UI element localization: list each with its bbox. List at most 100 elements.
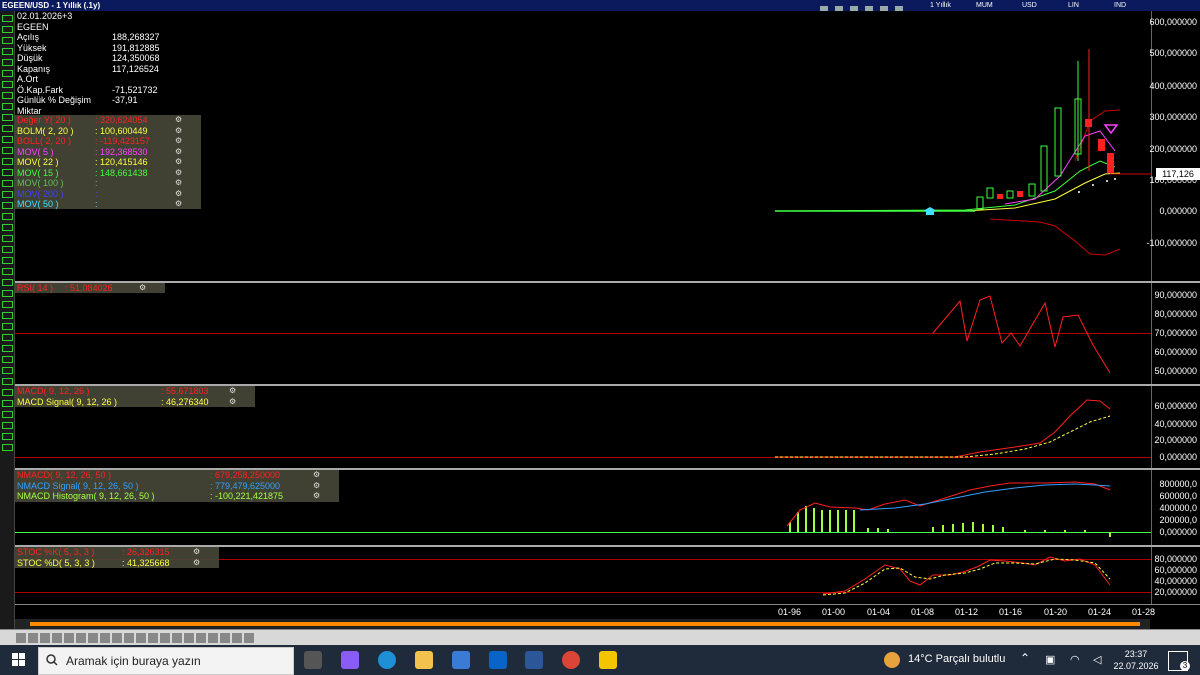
indicator-row[interactable]: MOV( 100 ): ⚙ xyxy=(17,178,199,189)
task-view-icon[interactable] xyxy=(304,651,322,669)
windows-start-icon[interactable] xyxy=(12,653,26,667)
tool-icon[interactable] xyxy=(2,378,13,385)
tool-icon[interactable] xyxy=(2,213,13,220)
indicator-row[interactable]: RSI( 14 ): 51,084026 ⚙ xyxy=(17,283,163,294)
tool-icon[interactable] xyxy=(2,334,13,341)
nmacd-pane[interactable]: 800000,0 600000,0 400000,0 200000,0 0,00… xyxy=(15,470,1200,545)
scrollbar-thumb[interactable] xyxy=(30,622,1140,626)
tool-icon[interactable] xyxy=(2,81,13,88)
tool-icon[interactable] xyxy=(2,136,13,143)
chevron-up-icon[interactable]: ⌃ xyxy=(1020,651,1030,665)
toolbar-icon[interactable] xyxy=(28,633,38,643)
rsi-pane[interactable]: 90,000000 80,000000 70,000000 60,000000 … xyxy=(15,283,1200,384)
tool-icon[interactable] xyxy=(2,301,13,308)
indicator-row[interactable]: MOV( 50 ): ⚙ xyxy=(17,199,199,210)
indicator-row[interactable]: MOV( 200 ): ⚙ xyxy=(17,189,199,200)
toolbar-icon[interactable] xyxy=(112,633,122,643)
weather-icon[interactable] xyxy=(884,652,900,668)
trading-app-icon[interactable] xyxy=(599,651,617,669)
weather-text[interactable]: 14°C Parçalı bulutlu xyxy=(908,653,1005,665)
tool-icon[interactable] xyxy=(2,444,13,451)
edge-icon[interactable] xyxy=(378,651,396,669)
copilot-icon[interactable] xyxy=(341,651,359,669)
indicator-row[interactable]: STOC %K( 5, 3, 3 ): 26,326315 ⚙ xyxy=(17,547,217,558)
volume-icon[interactable]: ◁ xyxy=(1093,653,1101,666)
indicator-row[interactable]: MOV( 5 ): 192,368530 ⚙ xyxy=(17,147,199,158)
toolbar-icon[interactable] xyxy=(196,633,206,643)
tool-icon[interactable] xyxy=(2,400,13,407)
tool-icon[interactable] xyxy=(2,389,13,396)
toolbar-icon[interactable] xyxy=(208,633,218,643)
indicator-row[interactable]: MACD Signal( 9, 12, 26 ): 46,276340 ⚙ xyxy=(17,397,253,408)
tool-icon[interactable] xyxy=(2,323,13,330)
tool-icon[interactable] xyxy=(2,356,13,363)
outlook-icon[interactable] xyxy=(489,651,507,669)
indicator-row[interactable]: BOLL( 2, 20 ): -119,423157 ⚙ xyxy=(17,136,199,147)
indicator-row[interactable]: MACD( 9, 12, 26 ): 55,671803 ⚙ xyxy=(17,386,253,397)
toolbar-icon[interactable] xyxy=(160,633,170,643)
tool-icon[interactable] xyxy=(2,26,13,33)
tool-icon[interactable] xyxy=(2,422,13,429)
tool-icon[interactable] xyxy=(2,59,13,66)
toolbar-icon[interactable] xyxy=(232,633,242,643)
tool-icon[interactable] xyxy=(2,312,13,319)
tool-icon[interactable] xyxy=(2,290,13,297)
indicator-row[interactable]: Değer Y( 20 ): 320,624054 ⚙ xyxy=(17,115,199,126)
toolbar-icon[interactable] xyxy=(76,633,86,643)
tool-icon[interactable] xyxy=(2,268,13,275)
tool-icon[interactable] xyxy=(2,103,13,110)
tool-icon[interactable] xyxy=(2,48,13,55)
tool-icon[interactable] xyxy=(2,37,13,44)
period-option[interactable]: 1 Yıllık xyxy=(930,0,976,11)
tool-icon[interactable] xyxy=(2,279,13,286)
taskbar-clock[interactable]: 23:37 22.07.2026 xyxy=(1112,648,1160,672)
toolbar-icon[interactable] xyxy=(52,633,62,643)
scale-option[interactable]: LIN xyxy=(1068,0,1114,11)
chart-type-option[interactable]: MUM xyxy=(976,0,1022,11)
tool-icon[interactable] xyxy=(2,235,13,242)
indicator-row[interactable]: STOC %D( 5, 3, 3 ): 41,325668 ⚙ xyxy=(17,558,217,569)
tool-icon[interactable] xyxy=(2,411,13,418)
tool-icon[interactable] xyxy=(2,433,13,440)
indicator-row[interactable]: BOLM( 2, 20 ): 100,600449 ⚙ xyxy=(17,126,199,137)
tool-icon[interactable] xyxy=(2,125,13,132)
toolbar-icon[interactable] xyxy=(88,633,98,643)
indicator-row[interactable]: NMACD Histogram( 9, 12, 26, 50 ): -100,2… xyxy=(17,491,337,502)
price-pane[interactable]: 600,000000 500,000000 400,000000 300,000… xyxy=(15,11,1200,281)
tool-icon[interactable] xyxy=(2,70,13,77)
tool-icon[interactable] xyxy=(2,92,13,99)
indicator-row[interactable]: MOV( 22 ): 120,415146 ⚙ xyxy=(17,157,199,168)
tool-icon[interactable] xyxy=(2,246,13,253)
tool-icon[interactable] xyxy=(2,147,13,154)
indicator-option[interactable]: IND xyxy=(1114,0,1160,11)
toolbar-icon[interactable] xyxy=(16,633,26,643)
word-icon[interactable] xyxy=(525,651,543,669)
indicator-row[interactable]: NMACD Signal( 9, 12, 26, 50 ): 779,479,6… xyxy=(17,481,337,492)
toolbar-icon[interactable] xyxy=(100,633,110,643)
rsi-chart[interactable] xyxy=(15,283,1152,384)
wifi-icon[interactable]: ◠ xyxy=(1070,653,1080,666)
tool-icon[interactable] xyxy=(2,367,13,374)
indicator-row[interactable]: NMACD( 9, 12, 26, 50 ): 679,258,250000 ⚙ xyxy=(17,470,337,481)
tool-icon[interactable] xyxy=(2,180,13,187)
tool-icon[interactable] xyxy=(2,158,13,165)
toolbar-icon[interactable] xyxy=(172,633,182,643)
macd-pane[interactable]: 60,000000 40,000000 20,000000 0,000000 M… xyxy=(15,386,1200,468)
tool-icon[interactable] xyxy=(2,345,13,352)
tool-icon[interactable] xyxy=(2,202,13,209)
tool-icon[interactable] xyxy=(2,114,13,121)
tool-icon[interactable] xyxy=(2,257,13,264)
file-explorer-icon[interactable] xyxy=(415,651,433,669)
toolbar-icon[interactable] xyxy=(136,633,146,643)
stoc-pane[interactable]: 80,000000 60,000000 40,000000 20,000000 … xyxy=(15,547,1200,604)
store-icon[interactable] xyxy=(452,651,470,669)
toolbar-icon[interactable] xyxy=(244,633,254,643)
chrome-icon[interactable] xyxy=(562,651,580,669)
tool-icon[interactable] xyxy=(2,169,13,176)
toolbar-icon[interactable] xyxy=(124,633,134,643)
indicator-row[interactable]: MOV( 15 ): 148,661438 ⚙ xyxy=(17,168,199,179)
tool-icon[interactable] xyxy=(2,224,13,231)
tool-icon[interactable] xyxy=(2,15,13,22)
toolbar-icon[interactable] xyxy=(64,633,74,643)
toolbar-icon[interactable] xyxy=(40,633,50,643)
